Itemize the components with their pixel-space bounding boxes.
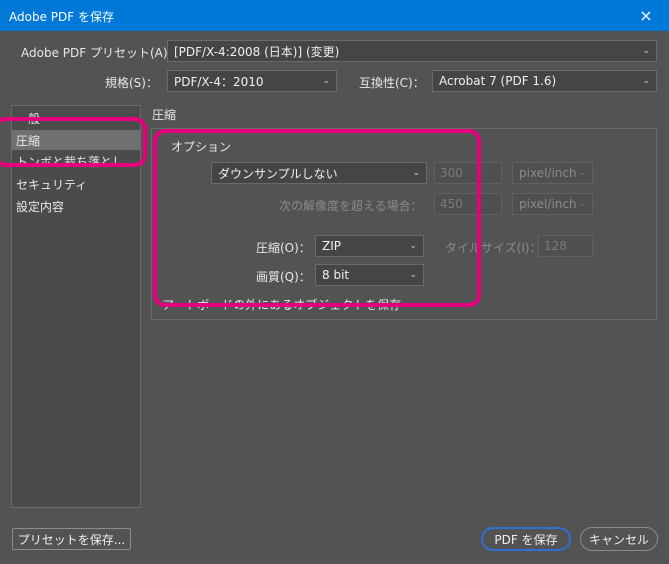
standard-value: PDF/X-4：2010 [174,74,264,89]
save-pdf-button[interactable]: PDF を保存 [481,527,571,551]
ppi-field[interactable]: 300 [434,162,502,184]
sidebar-item-summary[interactable]: 設定内容 [12,196,140,216]
panel-title: 圧縮 [152,108,177,122]
chevron-down-icon: ⌄ [578,199,586,209]
category-sidebar: 一般 圧縮 トンボと裁ち落とし セキュリティ 設定内容 [11,105,141,508]
preset-select[interactable]: [PDF/X-4:2008 (日本)] (変更) ⌄ [167,40,657,62]
preset-label: Adobe PDF プリセット(A)： [21,46,180,60]
sidebar-item-security[interactable]: セキュリティ [12,174,140,194]
tile-label: タイルサイズ(I)： [445,241,542,255]
compat-label: 互換性(C)： [359,76,425,90]
preset-value: [PDF/X-4:2008 (日本)] (変更) [174,44,340,59]
partial-option-row[interactable]: アートボードの外にあるオブジェクトを保存 [162,296,401,313]
above-label: 次の解像度を超える場合： [279,199,423,213]
chevron-down-icon: ⌄ [578,168,586,178]
chevron-down-icon: ⌄ [409,270,417,280]
quality-value: 8 bit [322,268,350,282]
ppi-unit-value: pixel/inch [519,166,577,180]
above-value: 450 [440,197,463,211]
above-unit-value: pixel/inch [519,197,577,211]
sidebar-item-label: 一般 [16,111,41,126]
above-unit-select[interactable]: pixel/inch ⌄ [512,193,593,215]
close-icon[interactable]: × [623,0,669,31]
cancel-button[interactable]: キャンセル [580,527,658,551]
standard-select[interactable]: PDF/X-4：2010 ⌄ [167,70,337,92]
options-legend: オプション [168,138,235,155]
window-title: Adobe PDF を保存 [9,10,114,24]
standard-label: 規格(S)： [105,76,158,90]
chevron-down-icon: ⌄ [412,168,420,178]
sidebar-item-label: 圧縮 [16,133,41,148]
compat-value: Acrobat 7 (PDF 1.6) [439,74,557,88]
ppi-unit-select[interactable]: pixel/inch ⌄ [512,162,593,184]
options-group [151,128,657,320]
sidebar-item-compression[interactable]: 圧縮 [12,130,140,150]
above-field[interactable]: 450 [434,193,502,215]
tile-field[interactable]: 128 [538,235,593,257]
compression-value: ZIP [322,239,341,253]
ppi-value: 300 [440,166,463,180]
sidebar-item-label: セキュリティ [16,177,88,192]
sidebar-item-label: トンボと裁ち落とし [16,154,125,169]
chevron-down-icon: ⌄ [409,241,417,251]
downsample-select[interactable]: ダウンサンプルしない ⌄ [211,162,427,184]
chevron-down-icon: ⌄ [642,46,650,56]
sidebar-item-label: 設定内容 [16,199,65,214]
compression-select[interactable]: ZIP ⌄ [315,235,424,257]
compat-select[interactable]: Acrobat 7 (PDF 1.6) ⌄ [432,70,657,92]
quality-label: 画質(Q)： [256,270,311,284]
compression-label: 圧縮(O)： [256,241,311,255]
title-bar: Adobe PDF を保存 × [0,0,669,31]
tile-value: 128 [544,239,567,253]
downsample-value: ダウンサンプルしない [218,166,338,181]
sidebar-item-marks-bleeds[interactable]: トンボと裁ち落とし [12,151,140,171]
quality-select[interactable]: 8 bit ⌄ [315,264,424,286]
chevron-down-icon: ⌄ [322,76,330,86]
save-preset-button[interactable]: プリセットを保存... [12,528,131,550]
chevron-down-icon: ⌄ [642,76,650,86]
sidebar-item-general[interactable]: 一般 [12,108,140,128]
